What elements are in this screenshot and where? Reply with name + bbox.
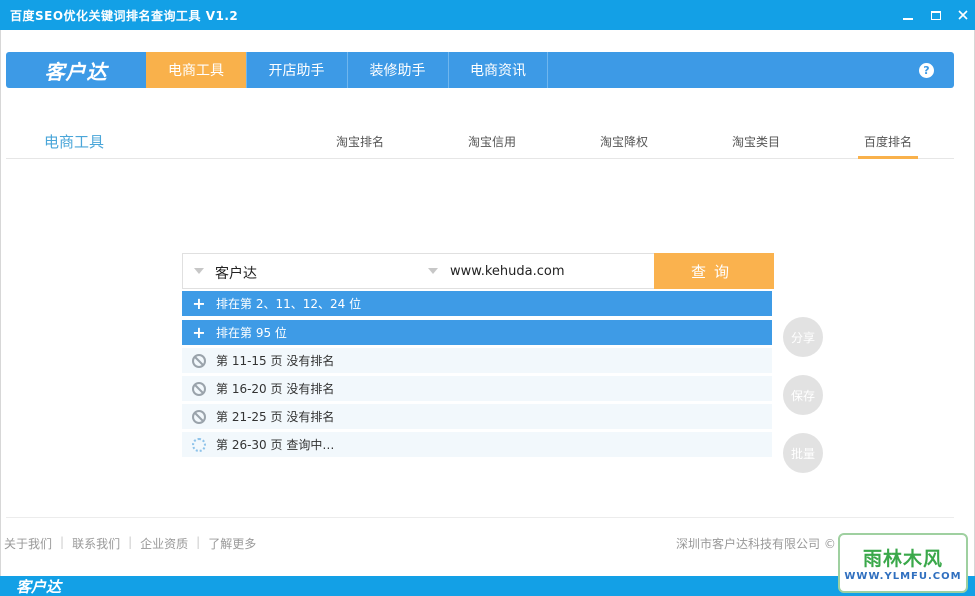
maximize-icon [931,10,941,20]
plus-icon[interactable]: + [192,295,206,311]
query-bar: 客户达 查询 [182,253,774,289]
site-input[interactable] [450,264,650,279]
chevron-down-icon[interactable] [194,268,204,274]
bottom-logo: 客户达 [16,578,62,596]
watermark-text: 雨林木风 [862,548,943,570]
result-text: 第 16-20 页 没有排名 [216,382,335,396]
subtab-taobao-rank[interactable]: 淘宝排名 [336,133,384,159]
no-entry-icon [192,353,206,368]
footer-separator: | [128,535,133,549]
list-item[interactable]: + 排在第 2、11、12、24 位 [182,291,772,316]
chevron-down-icon[interactable] [428,268,438,274]
tab-shop-assistant[interactable]: 开店助手 [246,52,346,88]
footer-separator: | [60,535,65,549]
minimize-button[interactable] [898,5,918,25]
loading-spinner-icon [192,437,206,452]
help-icon[interactable]: ? [919,63,934,78]
result-text: 第 21-25 页 没有排名 [216,410,335,424]
result-text: 排在第 2、11、12、24 位 [216,297,362,311]
footer-link-more[interactable]: 了解更多 [208,535,256,552]
close-icon [958,10,968,20]
tab-decoration-assistant[interactable]: 装修助手 [347,52,447,88]
footer-divider [6,517,954,518]
tab-ecommerce-news[interactable]: 电商资讯 [448,52,548,88]
no-entry-icon [192,381,206,396]
company-name: 深圳市客户达科技有限公司 © [676,537,836,551]
tab-ecommerce-tools[interactable]: 电商工具 [146,52,246,88]
title-bar: 百度SEO优化关键词排名查询工具 V1.2 [0,0,975,30]
sub-header: 电商工具 淘宝排名 淘宝信用 淘宝降权 淘宝类目 百度排名 [6,120,954,159]
keyword-select[interactable]: 客户达 [215,263,257,283]
minimize-icon [903,18,913,20]
watermark-url: WWW.YLMFU.COM [844,571,962,582]
save-button[interactable]: 保存 [783,375,823,415]
top-nav: 客户达 电商工具 开店助手 装修助手 电商资讯 ? [6,52,954,88]
share-button[interactable]: 分享 [783,317,823,357]
batch-button[interactable]: 批量 [783,433,823,473]
footer-links: 关于我们 | 联系我们 | 企业资质 | 了解更多 [4,535,256,552]
subtab-baidu-rank[interactable]: 百度排名 [858,133,919,159]
list-item: 第 16-20 页 没有排名 [182,376,772,401]
brand-logo: 客户达 [44,59,108,84]
result-text: 排在第 95 位 [216,326,287,340]
no-entry-icon [192,409,206,424]
list-item: 第 21-25 页 没有排名 [182,404,772,429]
footer-separator: | [196,535,201,549]
section-title: 电商工具 [44,133,105,151]
query-button[interactable]: 查询 [654,253,774,289]
window-border-left [0,30,1,576]
bottom-bar: 客户达 [0,576,975,596]
close-button[interactable] [953,5,973,25]
subtab-taobao-category[interactable]: 淘宝类目 [732,133,780,159]
list-item: 第 26-30 页 查询中… [182,432,772,457]
subtab-taobao-demotion[interactable]: 淘宝降权 [600,133,648,159]
result-text: 第 26-30 页 查询中… [216,438,335,452]
list-item[interactable]: + 排在第 95 位 [182,320,772,345]
footer-link-qualification[interactable]: 企业资质 [140,535,188,552]
subtab-taobao-credit[interactable]: 淘宝信用 [468,133,516,159]
maximize-button[interactable] [926,5,946,25]
result-text: 第 11-15 页 没有排名 [216,354,335,368]
window-title: 百度SEO优化关键词排名查询工具 V1.2 [10,9,239,23]
list-item: 第 11-15 页 没有排名 [182,348,772,373]
plus-icon[interactable]: + [192,324,206,340]
watermark-logo: 雨林木风 WWW.YLMFU.COM [838,533,968,593]
footer-link-contact[interactable]: 联系我们 [72,535,120,552]
footer-link-about[interactable]: 关于我们 [4,535,52,552]
